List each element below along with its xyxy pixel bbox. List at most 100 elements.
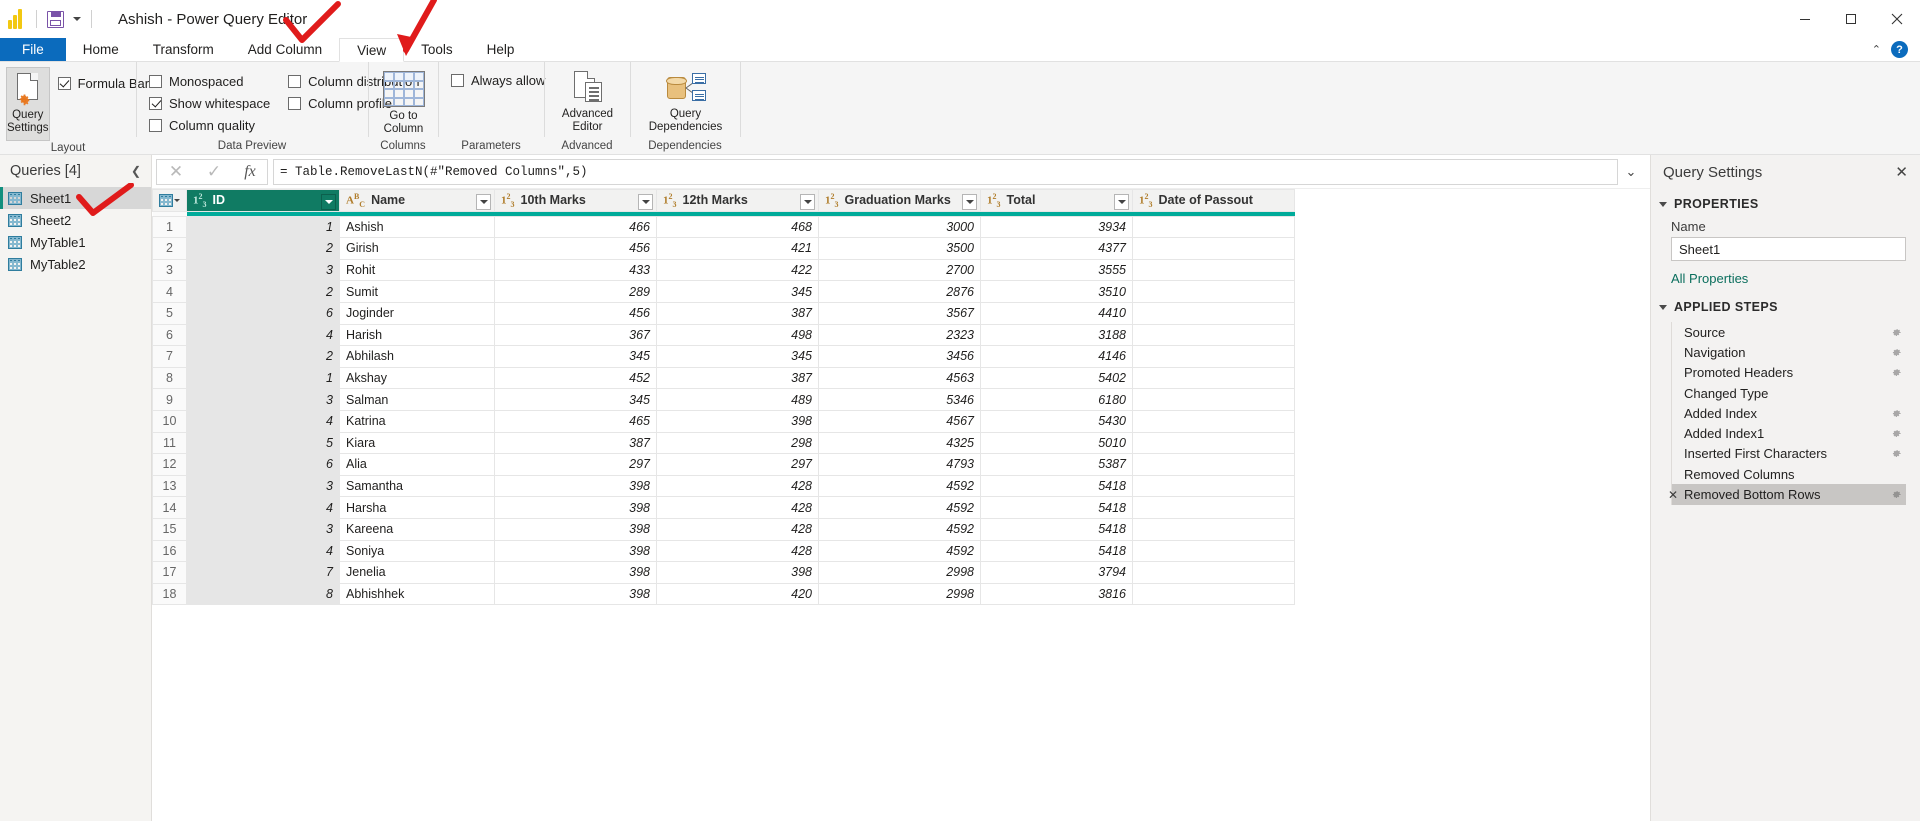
advanced-editor-button[interactable]: Advanced Editor (553, 67, 622, 134)
cell-total[interactable]: 5418 (981, 475, 1133, 497)
delete-step-icon[interactable]: ✕ (1666, 488, 1680, 502)
tab-view[interactable]: View (339, 38, 404, 62)
cell-12th-marks[interactable]: 428 (657, 475, 819, 497)
gear-icon[interactable] (1891, 347, 1902, 358)
gear-icon[interactable] (1891, 408, 1902, 419)
cell-date-of-passout[interactable] (1133, 475, 1295, 497)
cell-graduation-marks[interactable]: 3567 (819, 302, 981, 324)
cell-10th-marks[interactable]: 433 (495, 259, 657, 281)
cell-graduation-marks[interactable]: 5346 (819, 389, 981, 411)
column-filter-button[interactable] (476, 194, 491, 210)
cell-name[interactable]: Sumit (340, 281, 495, 303)
cell-id[interactable]: 3 (187, 259, 340, 281)
maximize-button[interactable] (1828, 0, 1874, 38)
table-row[interactable]: 133Samantha39842845925418 (153, 475, 1295, 497)
help-icon[interactable]: ? (1891, 41, 1908, 58)
cell-date-of-passout[interactable] (1133, 281, 1295, 303)
table-row[interactable]: 22Girish45642135004377 (153, 238, 1295, 260)
column-header-id[interactable]: 123 ID (187, 190, 340, 212)
grid-corner-button[interactable] (153, 190, 187, 212)
cell-id[interactable]: 2 (187, 281, 340, 303)
cell-id[interactable]: 2 (187, 238, 340, 260)
cell-id[interactable]: 1 (187, 216, 340, 238)
cell-name[interactable]: Kiara (340, 432, 495, 454)
cell-name[interactable]: Salman (340, 389, 495, 411)
formula-cancel-button[interactable]: ✕ (157, 159, 195, 185)
column-header-10th-marks[interactable]: 123 10th Marks (495, 190, 657, 212)
tab-file[interactable]: File (0, 38, 66, 61)
formula-expand-chevron-icon[interactable]: ⌄ (1618, 159, 1644, 185)
cell-name[interactable]: Kareena (340, 518, 495, 540)
column-header-name[interactable]: ABC Name (340, 190, 495, 212)
properties-section-header[interactable]: PROPERTIES (1651, 189, 1920, 215)
cell-12th-marks[interactable]: 298 (657, 432, 819, 454)
cell-12th-marks[interactable]: 297 (657, 454, 819, 476)
show-whitespace-checkbox[interactable] (149, 97, 162, 110)
cell-name[interactable]: Soniya (340, 540, 495, 562)
show-whitespace-checkbox-row[interactable]: Show whitespace (149, 92, 270, 114)
cell-name[interactable]: Samantha (340, 475, 495, 497)
table-row[interactable]: 177Jenelia39839829983794 (153, 562, 1295, 584)
cell-id[interactable]: 4 (187, 540, 340, 562)
cell-id[interactable]: 6 (187, 302, 340, 324)
cell-name[interactable]: Alia (340, 454, 495, 476)
column-header-total[interactable]: 123 Total (981, 190, 1133, 212)
cell-date-of-passout[interactable] (1133, 302, 1295, 324)
tab-add-column[interactable]: Add Column (231, 38, 339, 61)
query-dependencies-button[interactable]: Query Dependencies (639, 67, 732, 134)
cell-12th-marks[interactable]: 428 (657, 518, 819, 540)
close-button[interactable] (1874, 0, 1920, 38)
step-removed-bottom-rows[interactable]: ✕ Removed Bottom Rows (1672, 484, 1906, 504)
column-header-date-of-passout[interactable]: 123 Date of Passout (1133, 190, 1295, 212)
cell-id[interactable]: 4 (187, 324, 340, 346)
cell-10th-marks[interactable]: 456 (495, 238, 657, 260)
tab-help[interactable]: Help (470, 38, 532, 61)
table-row[interactable]: 56Joginder45638735674410 (153, 302, 1295, 324)
cell-id[interactable]: 8 (187, 583, 340, 605)
cell-10th-marks[interactable]: 398 (495, 475, 657, 497)
applied-steps-section-header[interactable]: APPLIED STEPS (1651, 292, 1920, 318)
cell-10th-marks[interactable]: 452 (495, 367, 657, 389)
cell-12th-marks[interactable]: 398 (657, 562, 819, 584)
formula-input[interactable]: = Table.RemoveLastN(#"Removed Columns",5… (273, 159, 1618, 185)
cell-12th-marks[interactable]: 387 (657, 367, 819, 389)
cell-10th-marks[interactable]: 289 (495, 281, 657, 303)
cell-graduation-marks[interactable]: 4592 (819, 497, 981, 519)
gear-icon[interactable] (1891, 489, 1902, 500)
cell-10th-marks[interactable]: 398 (495, 518, 657, 540)
cell-date-of-passout[interactable] (1133, 324, 1295, 346)
table-row[interactable]: 104Katrina46539845675430 (153, 410, 1295, 432)
cell-graduation-marks[interactable]: 4563 (819, 367, 981, 389)
cell-name[interactable]: Jenelia (340, 562, 495, 584)
cell-12th-marks[interactable]: 420 (657, 583, 819, 605)
cell-graduation-marks[interactable]: 3000 (819, 216, 981, 238)
cell-total[interactable]: 3555 (981, 259, 1133, 281)
cell-name[interactable]: Harish (340, 324, 495, 346)
cell-total[interactable]: 3794 (981, 562, 1133, 584)
cell-name[interactable]: Akshay (340, 367, 495, 389)
query-name-input[interactable]: Sheet1 (1671, 237, 1906, 261)
step-changed-type[interactable]: Changed Type (1672, 383, 1906, 403)
cell-name[interactable]: Abhilash (340, 346, 495, 368)
cell-12th-marks[interactable]: 345 (657, 281, 819, 303)
tab-transform[interactable]: Transform (136, 38, 231, 61)
cell-id[interactable]: 4 (187, 497, 340, 519)
table-row[interactable]: 153Kareena39842845925418 (153, 518, 1295, 540)
always-allow-checkbox[interactable] (451, 74, 464, 87)
table-row[interactable]: 33Rohit43342227003555 (153, 259, 1295, 281)
step-removed-columns[interactable]: Removed Columns (1672, 464, 1906, 484)
cell-date-of-passout[interactable] (1133, 389, 1295, 411)
query-item-sheet1[interactable]: Sheet1 (0, 187, 151, 209)
step-promoted-headers[interactable]: Promoted Headers (1672, 363, 1906, 383)
cell-graduation-marks[interactable]: 2998 (819, 583, 981, 605)
cell-date-of-passout[interactable] (1133, 454, 1295, 476)
cell-id[interactable]: 7 (187, 562, 340, 584)
cell-total[interactable]: 4410 (981, 302, 1133, 324)
column-quality-checkbox-row[interactable]: Column quality (149, 114, 270, 136)
cell-total[interactable]: 5010 (981, 432, 1133, 454)
cell-graduation-marks[interactable]: 2700 (819, 259, 981, 281)
table-row[interactable]: 164Soniya39842845925418 (153, 540, 1295, 562)
cell-name[interactable]: Joginder (340, 302, 495, 324)
cell-12th-marks[interactable]: 398 (657, 410, 819, 432)
cell-graduation-marks[interactable]: 2998 (819, 562, 981, 584)
